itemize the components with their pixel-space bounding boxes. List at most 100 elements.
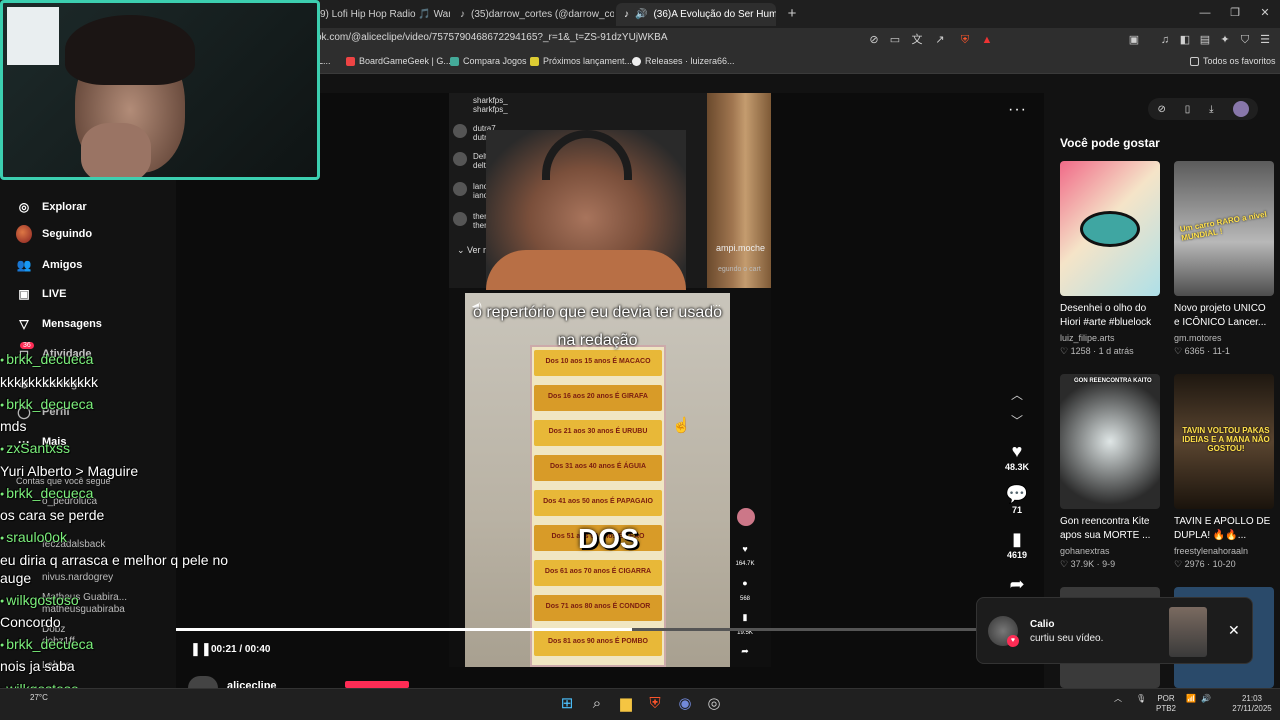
avatar [737, 508, 755, 526]
wallet-icon[interactable]: ▤ [1197, 32, 1213, 48]
save-button[interactable]: ▮ 4619 [1000, 528, 1034, 560]
card-user: freestylenahoraaln [1174, 546, 1249, 556]
chat-message: auge [0, 570, 32, 586]
lang-code: POR [1157, 694, 1175, 703]
chat-username: brkk_decueca [0, 485, 93, 501]
prev-video-button[interactable]: ︿ [1008, 386, 1026, 404]
suggest-card[interactable]: Um carro RARO a nível MUNDIAL ! Novo pro… [1174, 161, 1274, 357]
chat-username: wilkgostoso [0, 592, 78, 608]
save-count: 4619 [1006, 550, 1028, 560]
follow-button[interactable] [345, 681, 409, 688]
tab-active[interactable]: ♪🔊(36)A Evolução do Ser Huma✕ [616, 3, 776, 26]
poster-text: Dos 16 aos 20 anos É GIRAFA [548, 393, 648, 400]
suggest-title: Você pode gostar [1060, 136, 1160, 150]
weather-widget[interactable]: 27°C [30, 693, 48, 702]
new-tab-button[interactable]: + [782, 4, 802, 24]
sidebar-icon[interactable]: ▣ [1126, 32, 1142, 48]
progress-fill [176, 628, 632, 631]
close-icon[interactable]: ✕ [1228, 622, 1240, 639]
tiktok-icon: ♪ [624, 9, 629, 20]
nav-live[interactable]: ▣ LIVE [16, 286, 66, 302]
bookmark-item[interactable]: Compara Jogos [450, 56, 527, 66]
share-icon[interactable]: ↗ [932, 32, 948, 48]
brave-icon[interactable]: ⛨ [644, 693, 666, 715]
nav-explorar[interactable]: ◎ Explorar [16, 199, 87, 215]
door-image [707, 93, 771, 288]
more-options-icon[interactable]: ··· [1008, 101, 1027, 119]
url-field[interactable]: ok.com/@aliceclipe/video/757579046867229… [316, 32, 667, 43]
author-name[interactable]: aliceclipe [227, 680, 277, 688]
card-meta: ♡ 2976 · 10-20 [1174, 559, 1236, 569]
suggest-card[interactable]: TAVIN VOLTOU PAKAS IDEIAS E A MANA NÃO G… [1174, 374, 1274, 570]
big-caption-word: DOS [578, 523, 639, 554]
discord-icon[interactable]: ◉ [674, 693, 696, 715]
suggest-card[interactable]: Desenhei o olho do Hiori #arte #bluelock… [1060, 161, 1160, 357]
avatar[interactable] [188, 676, 218, 688]
leo-icon[interactable]: ✦ [1217, 32, 1233, 48]
poster-row: Dos 31 aos 40 anos É ÁGUIA [534, 455, 662, 481]
bookmark-item[interactable]: Releases · luizera66... [632, 56, 735, 66]
chat-message: nois ja saba [0, 658, 75, 674]
volume-icon[interactable]: 🔊 [1201, 694, 1211, 704]
chat-message: kkkkkkkkkkkkkk [0, 374, 98, 390]
suggest-card[interactable]: GON REENCONTRA KAITO Gon reencontra Kite… [1060, 374, 1160, 570]
card-title: Desenhei o olho do Hiori #arte #bluelock [1060, 303, 1152, 328]
menu-icon[interactable]: ☰ [1257, 32, 1273, 48]
music-icon[interactable]: ♫ [1157, 32, 1173, 48]
minimize-button[interactable]: — [1190, 4, 1220, 22]
nav-amigos[interactable]: 👥 Amigos [16, 257, 83, 273]
comment-button[interactable]: 💬 71 [1000, 483, 1034, 515]
language-indicator[interactable]: POR PTB2 [1156, 694, 1176, 714]
vpn-icon[interactable]: ⛉ [1237, 32, 1253, 48]
tab-darrow[interactable]: ♪ (35)darrow_cortes (@darrow_cortes) [452, 3, 614, 26]
hand-image [81, 123, 151, 177]
chat-username: brkk_decueca [0, 636, 93, 652]
wifi-icon[interactable]: 📶 [1186, 694, 1196, 704]
bookmark-item[interactable]: Próximos lançament... [530, 56, 632, 66]
tab-lofi[interactable]: 9) Lofi Hip Hop Radio 🎵 Warm A [312, 3, 450, 26]
bookmark-label: BoardGameGeek | G... [359, 56, 451, 66]
chat-message: eu diria q arrasca e melhor q pele no [0, 552, 229, 568]
bookmark-item[interactable]: BoardGameGeek | G... [346, 56, 451, 66]
card-user: gohanextras [1060, 546, 1110, 556]
share-button[interactable]: ➦ [1000, 573, 1034, 595]
overlay-sub: egundo o cart [718, 266, 761, 273]
like-count: 48.3K [1004, 462, 1030, 472]
mic-icon[interactable]: 🎙 [1136, 694, 1146, 704]
next-video-button[interactable]: ﹀ [1008, 412, 1026, 430]
inner-like-count: 164.7K [735, 561, 755, 567]
poster-text: Dos 81 aos 90 anos É POMBO [548, 638, 648, 645]
floating-icon[interactable]: ⊘ [1157, 104, 1165, 115]
nav-seguindo[interactable]: Seguindo [16, 225, 93, 243]
brave-shield-icon[interactable]: ⛨ [957, 32, 973, 48]
phone-icon[interactable]: ▯ [1185, 104, 1191, 115]
start-icon[interactable]: ⊞ [556, 693, 578, 715]
chat-username: sraulo0ok [0, 529, 67, 545]
translate-icon[interactable]: 文 [909, 32, 925, 48]
clock[interactable]: 21:03 27/11/2025 [1232, 694, 1272, 714]
no-tracking-icon[interactable]: ⊘ [866, 32, 882, 48]
video-caption: o repertório que eu devia ter usado na r… [472, 304, 723, 349]
panel-icon[interactable]: ◧ [1177, 32, 1193, 48]
screen-icon[interactable]: ▭ [887, 32, 903, 48]
download-icon[interactable]: ⤓ [1209, 104, 1213, 115]
rewards-icon[interactable]: ▲ [979, 32, 995, 48]
tray-chevron-icon[interactable]: ︿ [1114, 694, 1122, 704]
card-meta: ♡ 6365 · 11-1 [1174, 346, 1230, 356]
nav-label: Seguindo [42, 228, 93, 240]
close-window-button[interactable]: ✕ [1250, 4, 1280, 22]
obs-icon[interactable]: ◎ [703, 693, 725, 715]
like-button[interactable]: ♥ 48.3K [1000, 440, 1034, 472]
thumb-caption: GON REENCONTRA KAITO [1074, 378, 1152, 384]
restore-button[interactable]: ❐ [1220, 4, 1250, 22]
pause-button[interactable]: ❚❚ [190, 641, 212, 657]
poster-row: Dos 21 aos 30 anos É URUBU [534, 420, 662, 446]
folder-icon[interactable]: ▆ [615, 693, 637, 715]
tab-title: (36)A Evolução do Ser Huma [653, 9, 776, 20]
all-bookmarks[interactable]: Todos os favoritos [1190, 56, 1276, 66]
card-thumbnail [1060, 161, 1160, 296]
following-item[interactable]: nivus.nardogrey [42, 572, 113, 583]
nav-mensagens[interactable]: ▽ Mensagens [16, 316, 102, 332]
avatar[interactable] [1232, 101, 1249, 117]
search-icon[interactable]: ⌕ [586, 693, 608, 715]
